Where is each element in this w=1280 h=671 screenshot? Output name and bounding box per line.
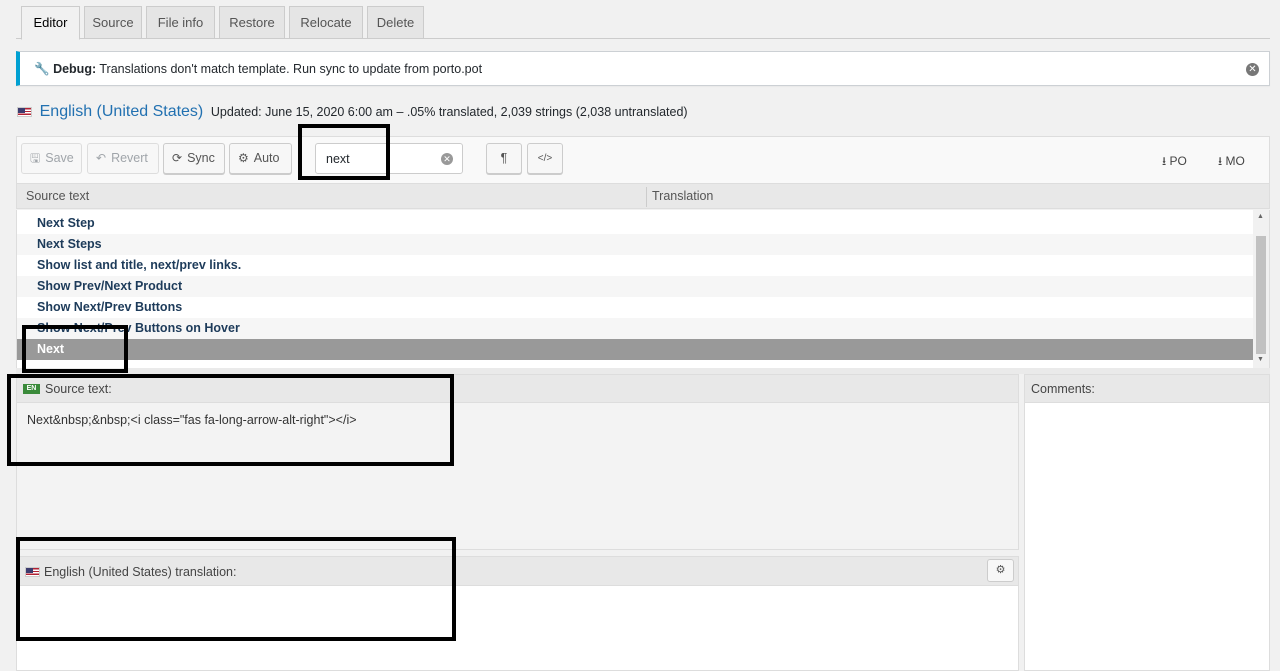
annotation-box — [7, 374, 454, 466]
string-list: Next Step Next Steps Show list and title… — [16, 210, 1270, 368]
floppy-icon: 🖫 — [30, 151, 41, 165]
language-name[interactable]: English (United States) — [40, 103, 204, 120]
list-item[interactable]: Show Next/Prev Buttons on Hover — [17, 318, 1254, 339]
tab-delete[interactable]: Delete — [367, 6, 424, 39]
tab-relocate[interactable]: Relocate — [289, 6, 363, 39]
vertical-scrollbar[interactable]: ▲ ▼ — [1253, 210, 1269, 368]
sync-button[interactable]: ⟳ Sync — [163, 143, 225, 174]
string-list-header: Source text Translation — [16, 183, 1270, 209]
revert-button[interactable]: ↶ Revert — [87, 143, 159, 174]
auto-button[interactable]: ⚙ Auto — [229, 143, 292, 174]
tab-restore[interactable]: Restore — [219, 6, 285, 39]
annotation-box — [298, 124, 390, 180]
download-icon: ⭳ — [1218, 154, 1223, 168]
tab-bar: Editor Source File info Restore Relocate… — [16, 0, 1270, 40]
list-item[interactable]: Show list and title, next/prev links. — [17, 255, 1254, 276]
list-item[interactable]: Next Steps — [17, 234, 1254, 255]
column-separator[interactable] — [646, 187, 647, 207]
download-icon: ⭳ — [1162, 154, 1167, 168]
download-mo-button[interactable]: ⭳ MO — [1218, 152, 1245, 173]
notice-label: Debug: — [53, 62, 97, 76]
tab-file-info[interactable]: File info — [146, 6, 215, 39]
tab-editor[interactable]: Editor — [21, 6, 80, 40]
refresh-icon: ⟳ — [172, 151, 183, 165]
column-source-text[interactable]: Source text — [26, 189, 89, 203]
editor-toolbar: 🖫 Save ↶ Revert ⟳ Sync ⚙ Auto next ✕ ¶ </> ⭳… — [16, 136, 1270, 183]
download-po-button[interactable]: ⭳ PO — [1162, 152, 1187, 173]
dismiss-icon[interactable]: ✕ — [1246, 63, 1259, 76]
tab-source[interactable]: Source — [84, 6, 142, 39]
list-item[interactable]: Show Prev/Next Product — [17, 276, 1254, 297]
annotation-box — [22, 325, 128, 373]
comments-pane: Comments: — [1024, 374, 1270, 671]
annotation-box — [16, 537, 456, 641]
language-stats: Updated: June 15, 2020 6:00 am – .05% tr… — [210, 105, 688, 119]
comments-title: Comments: — [1031, 382, 1095, 396]
robot-icon: ⚙ — [995, 564, 1006, 576]
language-header: English (United States) Updated: June 15… — [17, 103, 688, 123]
wrench-icon: 🔧 — [34, 62, 50, 76]
list-item-selected[interactable]: Next — [17, 339, 1254, 360]
invisibles-toggle[interactable]: ¶ — [486, 143, 522, 174]
robot-icon: ⚙ — [238, 151, 249, 165]
us-flag-icon — [17, 107, 32, 117]
list-item[interactable]: Show Next/Prev Buttons — [17, 297, 1254, 318]
scroll-down-icon[interactable]: ▼ — [1257, 356, 1264, 363]
scroll-up-icon[interactable]: ▲ — [1257, 213, 1264, 220]
auto-translate-button[interactable]: ⚙ — [987, 559, 1014, 582]
code-view-toggle[interactable]: </> — [527, 143, 563, 174]
debug-notice: 🔧 Debug: Translations don't match templa… — [16, 51, 1270, 86]
column-translation[interactable]: Translation — [652, 189, 713, 203]
undo-icon: ↶ — [96, 151, 107, 165]
notice-message: Translations don't match template. Run s… — [99, 62, 483, 76]
list-item[interactable]: Next Step — [17, 213, 1254, 234]
scroll-thumb[interactable] — [1256, 236, 1266, 354]
save-button[interactable]: 🖫 Save — [21, 143, 82, 174]
clear-search-icon[interactable]: ✕ — [441, 153, 453, 165]
